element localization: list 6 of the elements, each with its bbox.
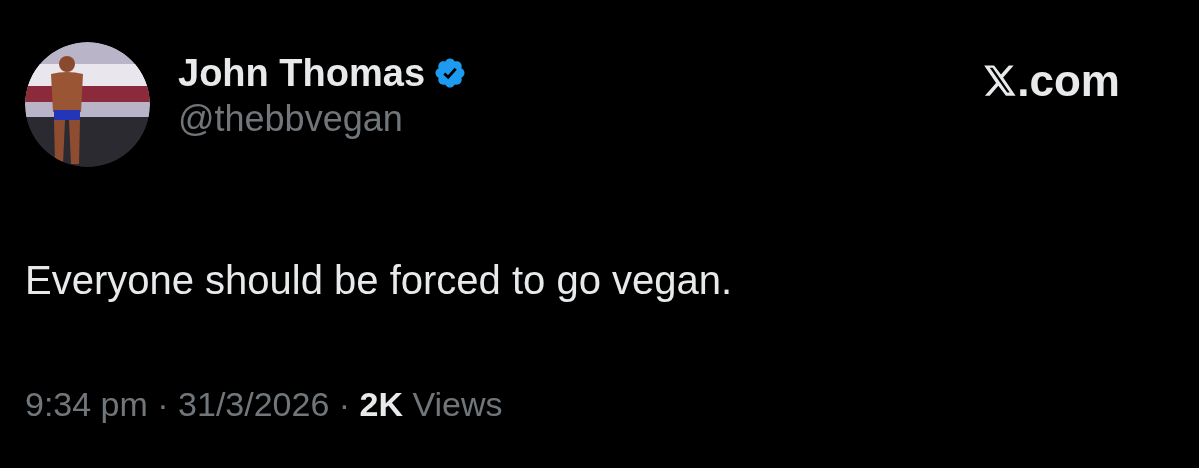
site-name: .com bbox=[1017, 56, 1120, 106]
author-handle: @thebbvegan bbox=[178, 97, 404, 141]
author-name: John Thomas bbox=[178, 51, 426, 96]
tweet-text: Everyone should be forced to go vegan. bbox=[25, 257, 734, 304]
tweet-meta: 9:34 pm · 31/3/2026 · 2K Views bbox=[25, 384, 504, 425]
x-logo-icon bbox=[983, 65, 1018, 97]
